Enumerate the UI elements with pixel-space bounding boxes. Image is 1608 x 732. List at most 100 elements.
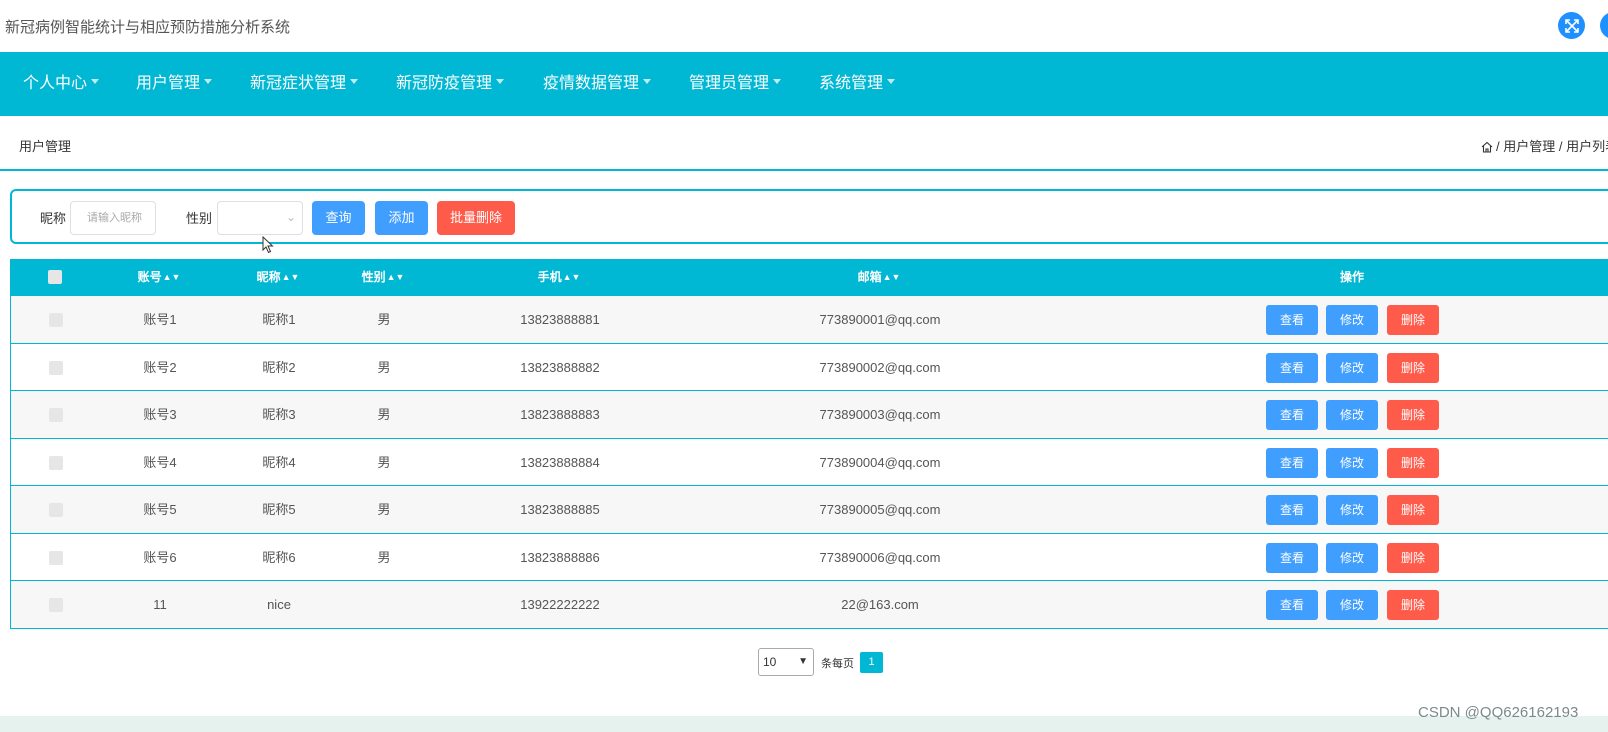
edit-button[interactable]: 修改: [1326, 495, 1378, 525]
breadcrumb-item-user-management[interactable]: 用户管理: [1503, 139, 1555, 154]
view-button[interactable]: 查看: [1266, 305, 1318, 335]
row-checkbox[interactable]: [49, 550, 63, 565]
delete-button[interactable]: 删除: [1387, 495, 1439, 525]
column-header-email[interactable]: 邮箱▲▼: [858, 259, 901, 296]
cell-nickname: 昵称1: [262, 312, 296, 327]
sort-icon: ▲▼: [562, 272, 581, 282]
cell-account: 账号2: [143, 359, 177, 375]
cell-account: 账号4: [143, 454, 177, 470]
nav-item-admin-management[interactable]: 管理员管理: [689, 52, 782, 116]
fullscreen-button[interactable]: [1558, 12, 1585, 39]
nav-item-label: 用户管理: [136, 75, 201, 92]
caret-down-icon: [91, 79, 100, 85]
nav-item-label: 新冠防疫管理: [396, 75, 493, 92]
column-header-label: 性别: [361, 270, 386, 284]
breadcrumb: / 用户管理 / 用户列表: [1481, 136, 1608, 155]
page-title: 用户管理: [19, 139, 72, 154]
view-button[interactable]: 查看: [1266, 352, 1318, 383]
edit-button[interactable]: 修改: [1326, 400, 1378, 430]
column-header-nickname[interactable]: 昵称▲▼: [257, 259, 300, 296]
edit-button[interactable]: 修改: [1326, 352, 1378, 383]
cell-email: 773890005@qq.com: [819, 502, 941, 517]
cell-nickname: 昵称4: [262, 454, 296, 470]
page-size-select[interactable]: 10 ▼: [758, 648, 814, 676]
caret-down-icon: [496, 79, 505, 85]
batch-delete-button[interactable]: 批量删除: [437, 201, 515, 235]
watermark: CSDN @QQ626162193: [1418, 704, 1579, 721]
row-checkbox[interactable]: [49, 455, 63, 470]
main-nav: 个人中心 用户管理 新冠症状管理 新冠防疫管理 疫情数据管理 管理员管理 系统管…: [0, 52, 1608, 116]
nav-item-user-management[interactable]: 用户管理: [136, 52, 213, 116]
user-table: 账号▲▼ 昵称▲▼ 性别▲▼ 手机▲▼ 邮箱▲▼ 操作 账号1 昵称1 男 13…: [10, 259, 1608, 629]
view-button[interactable]: 查看: [1266, 542, 1318, 573]
cell-email: 22@163.com: [841, 597, 919, 612]
caret-down-icon: [350, 79, 359, 85]
delete-button[interactable]: 删除: [1387, 400, 1439, 430]
nav-item-system-management[interactable]: 系统管理: [819, 52, 896, 116]
gender-select[interactable]: ⌄: [217, 201, 303, 235]
column-header-actions: 操作: [1339, 270, 1365, 284]
nav-item-symptom-management[interactable]: 新冠症状管理: [250, 52, 359, 116]
table-row: 账号1 昵称1 男 13823888881 773890001@qq.com 查…: [10, 296, 1608, 344]
row-checkbox[interactable]: [49, 408, 63, 422]
column-header-phone[interactable]: 手机▲▼: [538, 259, 581, 296]
user-avatar-button[interactable]: [1600, 12, 1608, 39]
delete-button[interactable]: 删除: [1387, 305, 1439, 335]
row-checkbox[interactable]: [49, 598, 63, 612]
mouse-cursor-icon: [262, 236, 274, 254]
nav-item-label: 管理员管理: [689, 75, 770, 92]
add-button[interactable]: 添加: [375, 201, 428, 235]
app-title: 新冠病例智能统计与相应预防措施分析系统: [5, 19, 291, 36]
column-header-label: 账号: [137, 270, 162, 284]
home-icon[interactable]: [1481, 141, 1493, 153]
nav-item-label: 疫情数据管理: [543, 75, 640, 92]
row-checkbox[interactable]: [49, 503, 63, 517]
table-row: 账号5 昵称5 男 13823888885 773890005@qq.com 查…: [10, 486, 1608, 534]
table-row: 账号4 昵称4 男 13823888884 773890004@qq.com 查…: [10, 438, 1608, 486]
row-checkbox[interactable]: [49, 313, 63, 327]
cell-account: 账号6: [143, 549, 177, 565]
sort-icon: ▲▼: [386, 272, 405, 282]
view-button[interactable]: 查看: [1266, 400, 1318, 430]
cell-phone: 13823888885: [520, 502, 600, 517]
breadcrumb-item-user-list: 用户列表: [1566, 139, 1608, 154]
delete-button[interactable]: 删除: [1387, 590, 1439, 620]
row-checkbox[interactable]: [49, 360, 63, 375]
delete-button[interactable]: 删除: [1387, 352, 1439, 383]
edit-button[interactable]: 修改: [1326, 305, 1378, 335]
cell-email: 773890001@qq.com: [819, 312, 941, 327]
column-header-account[interactable]: 账号▲▼: [138, 259, 181, 296]
nickname-input[interactable]: [70, 201, 156, 235]
top-bar: 新冠病例智能统计与相应预防措施分析系统: [0, 0, 1608, 51]
caret-down-icon: [887, 79, 896, 85]
column-header-gender[interactable]: 性别▲▼: [362, 259, 405, 296]
breadcrumb-separator: /: [1496, 139, 1500, 154]
cell-gender: 男: [377, 502, 391, 517]
column-header-label: 手机: [537, 270, 562, 284]
cell-account: 账号1: [143, 312, 177, 327]
delete-button[interactable]: 删除: [1387, 447, 1439, 478]
view-button[interactable]: 查看: [1266, 447, 1318, 478]
view-button[interactable]: 查看: [1266, 590, 1318, 620]
edit-button[interactable]: 修改: [1326, 542, 1378, 573]
nav-item-label: 系统管理: [819, 75, 884, 92]
edit-button[interactable]: 修改: [1326, 447, 1378, 478]
page-number-button[interactable]: 1: [860, 652, 883, 673]
select-all-checkbox[interactable]: [48, 270, 62, 284]
nav-item-prevention-management[interactable]: 新冠防疫管理: [396, 52, 505, 116]
nav-item-epidemic-data-management[interactable]: 疫情数据管理: [543, 52, 652, 116]
view-button[interactable]: 查看: [1266, 495, 1318, 525]
chevron-down-icon: ▼: [798, 656, 808, 667]
query-button[interactable]: 查询: [312, 201, 365, 235]
edit-button[interactable]: 修改: [1326, 590, 1378, 620]
cell-phone: 13922222222: [520, 597, 600, 612]
cell-nickname: 昵称6: [262, 549, 296, 565]
table-header: 账号▲▼ 昵称▲▼ 性别▲▼ 手机▲▼ 邮箱▲▼ 操作: [10, 259, 1608, 296]
footer-strip: [0, 716, 1608, 732]
cell-phone: 13823888882: [520, 359, 600, 375]
cell-gender: 男: [377, 454, 391, 470]
caret-down-icon: [773, 79, 782, 85]
nav-item-personal-center[interactable]: 个人中心: [23, 52, 100, 116]
delete-button[interactable]: 删除: [1387, 542, 1439, 573]
breadcrumb-bar: 用户管理 / 用户管理 / 用户列表: [0, 116, 1608, 171]
